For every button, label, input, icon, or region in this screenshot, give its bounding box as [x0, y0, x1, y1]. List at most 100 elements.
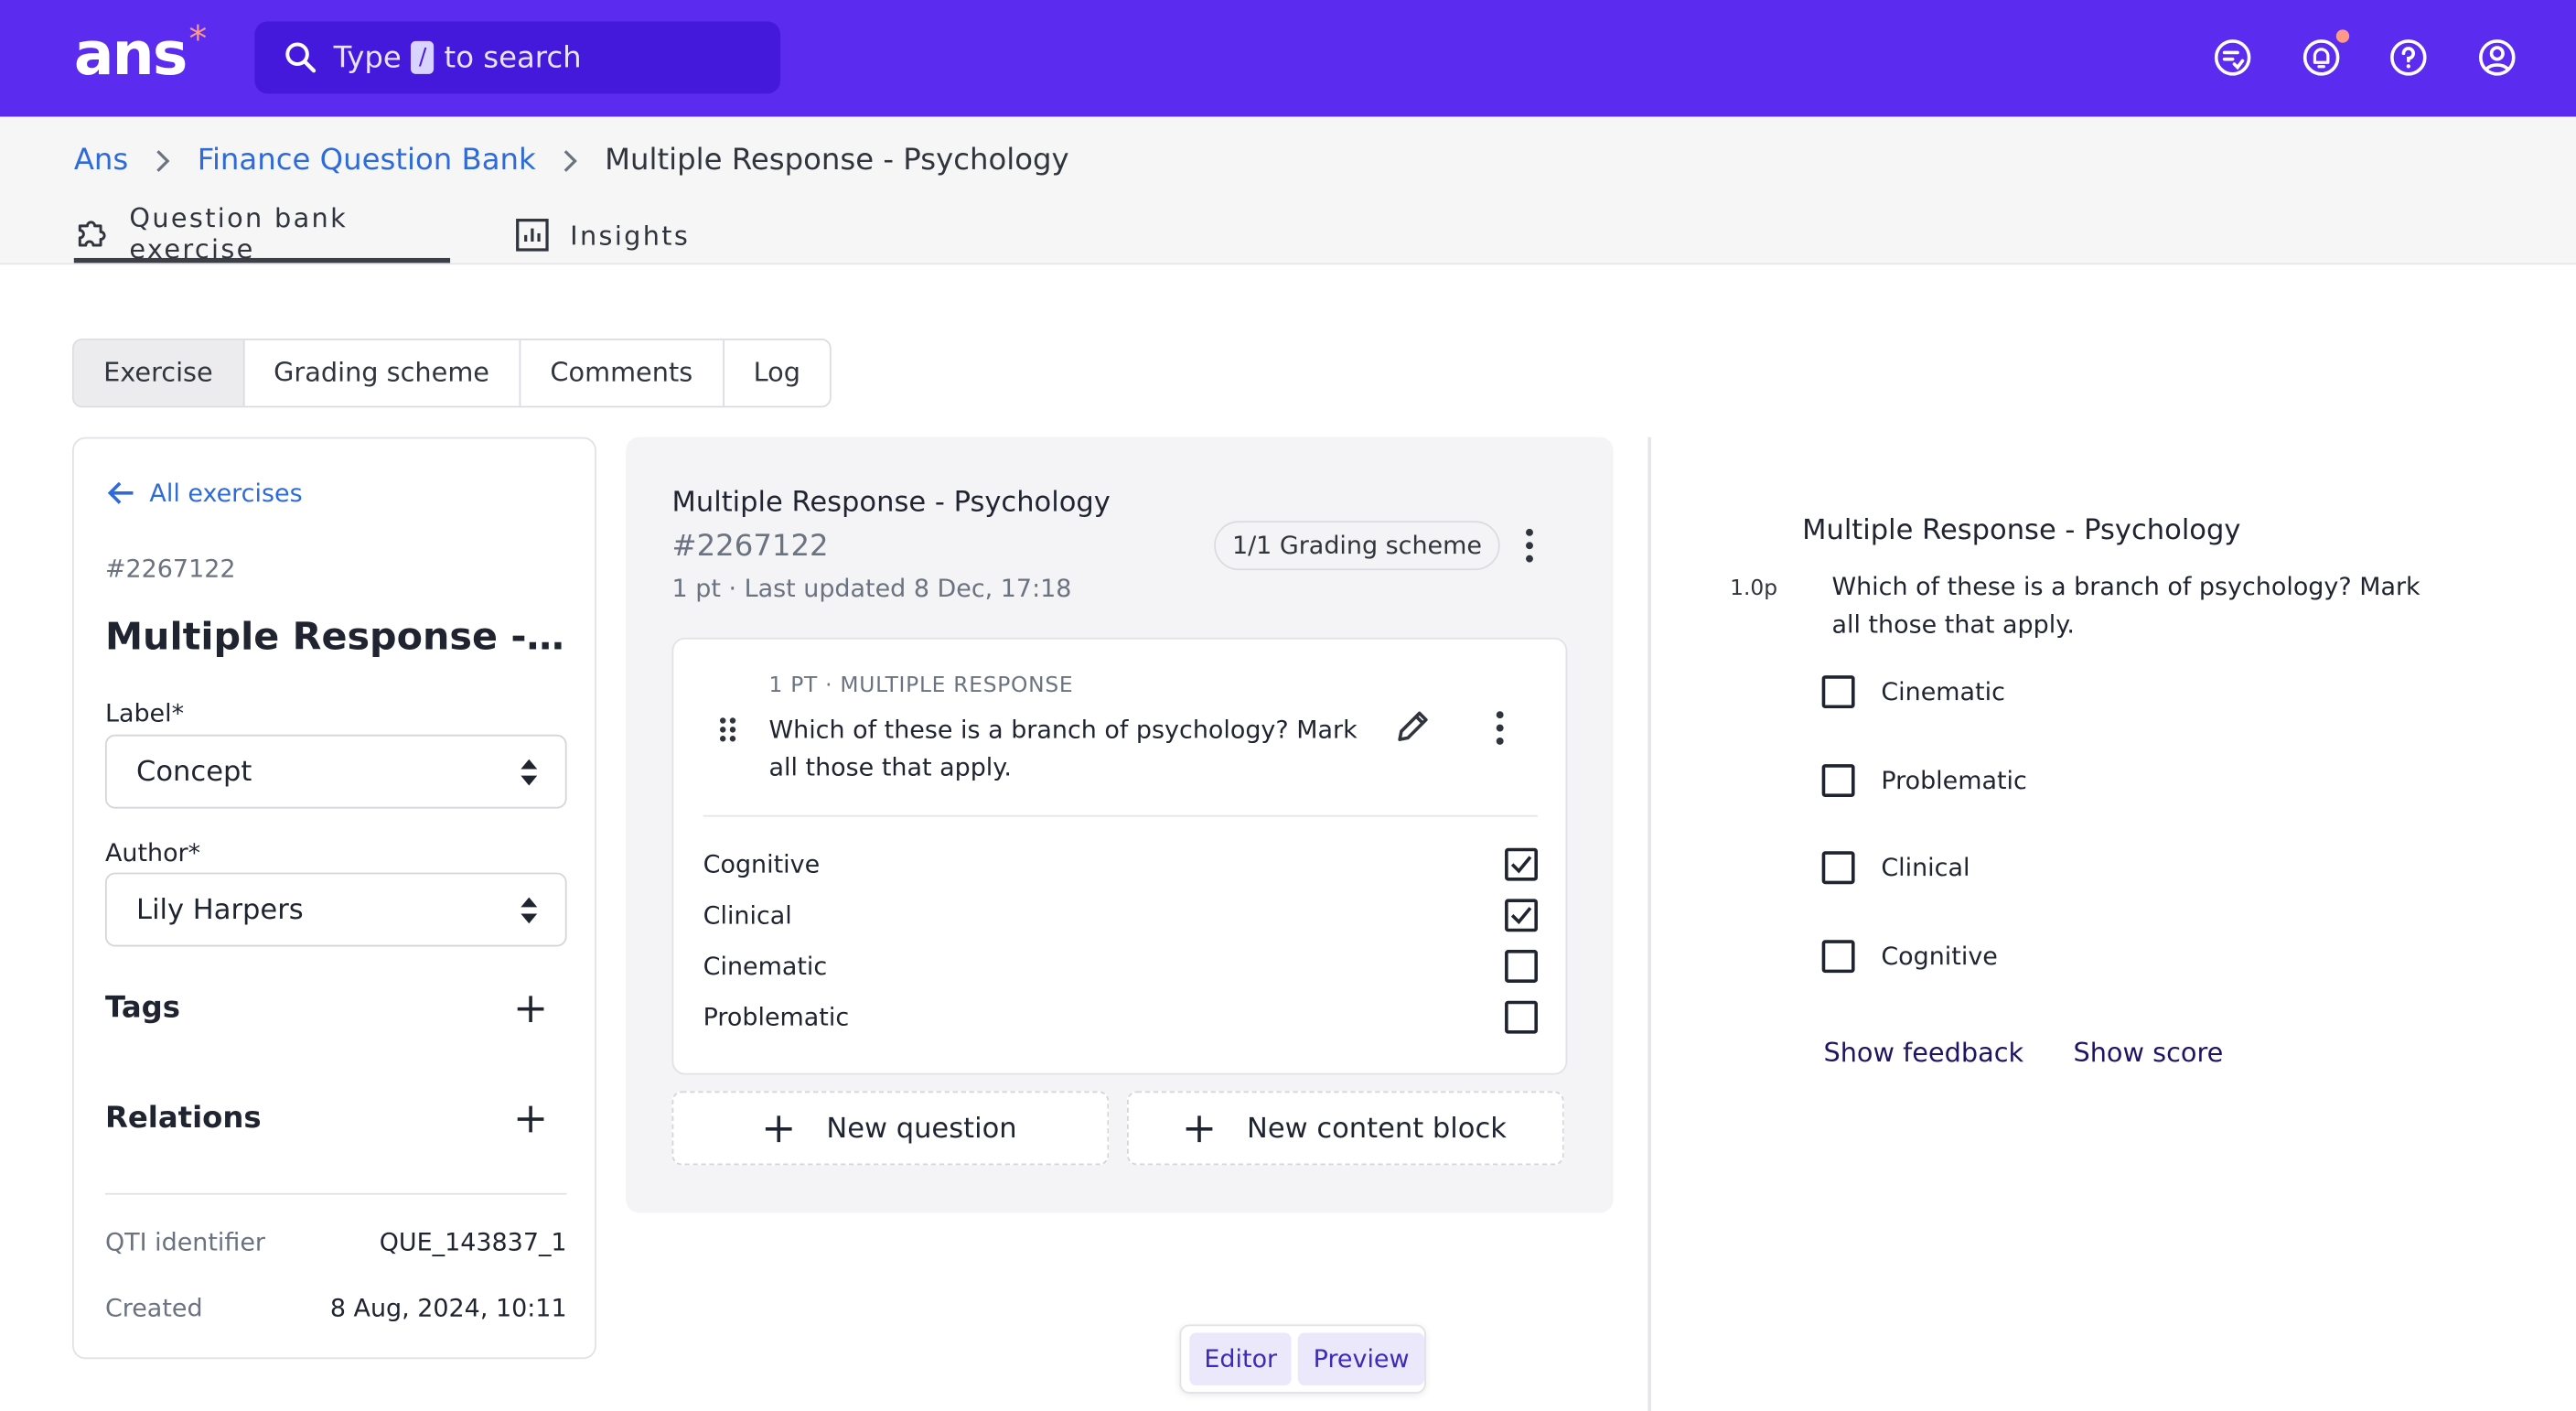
- grading-scheme-pill[interactable]: 1/1 Grading scheme: [1214, 521, 1500, 571]
- author-select-value: Lily Harpers: [136, 893, 304, 926]
- preview-option[interactable]: Problematic: [1821, 764, 2027, 798]
- label-select[interactable]: Concept: [104, 734, 567, 809]
- preview-points: 1.0p: [1730, 576, 1778, 602]
- kebab-icon[interactable]: [1493, 710, 1506, 747]
- search-prefix: Type: [333, 39, 402, 75]
- qti-identifier-value: QUE_143837_1: [379, 1227, 567, 1257]
- new-question-button[interactable]: New question: [671, 1091, 1110, 1166]
- created-row: Created 8 Aug, 2024, 10:11: [105, 1293, 567, 1322]
- logo[interactable]: ans: [74, 22, 188, 89]
- exercise-editor: Multiple Response - Psychology #2267122 …: [626, 436, 1614, 1213]
- preview-toggle-button[interactable]: Preview: [1298, 1332, 1424, 1385]
- preview-option[interactable]: Cinematic: [1821, 675, 2005, 709]
- preview-title: Multiple Response - Psychology: [1802, 514, 2241, 548]
- breadcrumb: Ans Finance Question Bank Multiple Respo…: [74, 143, 1069, 178]
- answer-option[interactable]: Problematic: [703, 1000, 1538, 1034]
- checkbox-icon[interactable]: [1821, 851, 1855, 885]
- kebab-icon[interactable]: [1523, 527, 1536, 564]
- tab-insights[interactable]: Insights: [514, 207, 690, 263]
- created-value: 8 Aug, 2024, 10:11: [329, 1293, 567, 1323]
- all-exercises-label: All exercises: [149, 478, 303, 508]
- checkbox-icon[interactable]: [1505, 1000, 1538, 1034]
- tab-log[interactable]: Log: [724, 340, 830, 406]
- tab-label: Question bank exercise: [129, 200, 349, 264]
- drag-handle-icon[interactable]: [718, 716, 738, 743]
- editor-toggle-button[interactable]: Editor: [1189, 1332, 1293, 1385]
- label-field-label: Label*: [104, 698, 185, 728]
- answer-option[interactable]: Clinical: [703, 899, 1538, 932]
- tab-comments[interactable]: Comments: [521, 339, 724, 406]
- answer-option-label: Problematic: [703, 1002, 850, 1032]
- checkbox-icon[interactable]: [1505, 950, 1538, 983]
- view-toggle: Editor Preview: [1179, 1324, 1426, 1394]
- new-content-block-button[interactable]: New content block: [1126, 1091, 1564, 1166]
- bell-icon[interactable]: [2300, 37, 2343, 80]
- sort-icon: [521, 758, 538, 785]
- checkbox-icon[interactable]: [1821, 764, 1855, 798]
- label-select-value: Concept: [136, 755, 252, 789]
- puzzle-icon: [78, 220, 106, 246]
- new-question-label: New question: [826, 1111, 1017, 1145]
- pencil-icon[interactable]: [1395, 708, 1432, 745]
- author-select[interactable]: Lily Harpers: [104, 872, 567, 947]
- logo-star: *: [188, 19, 208, 61]
- question-card: 1 PT · MULTIPLE RESPONSE Which of these …: [671, 637, 1568, 1075]
- editor-meta: 1 pt · Last updated 8 Dec, 17:18: [671, 573, 1072, 604]
- exercise-id: #2267122: [104, 554, 236, 584]
- top-bar: ans * Type / to search: [0, 0, 2576, 117]
- checkbox-icon[interactable]: [1505, 847, 1538, 881]
- chevron-right-icon: [155, 149, 171, 172]
- arrow-left-icon: [107, 481, 134, 504]
- breadcrumb-item-current: Multiple Response - Psychology: [605, 143, 1069, 178]
- preview-option-label: Cinematic: [1881, 676, 2005, 707]
- notification-dot: [2335, 29, 2350, 43]
- help-icon[interactable]: [2387, 37, 2430, 80]
- answer-option[interactable]: Cinematic: [703, 950, 1538, 983]
- breadcrumb-item-question-bank[interactable]: Finance Question Bank: [198, 143, 536, 178]
- section-tabs: Exercise Grading scheme Comments Log: [72, 338, 832, 408]
- chevron-right-icon: [562, 149, 578, 172]
- new-content-block-label: New content block: [1247, 1111, 1507, 1145]
- question-text: Which of these is a branch of psychology…: [768, 715, 1358, 782]
- editor-title: Multiple Response - Psychology: [671, 486, 1111, 520]
- preview-option[interactable]: Clinical: [1821, 851, 1970, 885]
- preview-question-text: Which of these is a branch of psychology…: [1831, 571, 2420, 640]
- page-tabs: Question bank exercise Insights: [73, 201, 690, 264]
- plus-icon: [765, 1115, 792, 1142]
- question-divider: [703, 814, 1538, 817]
- bar-chart-icon: [516, 219, 549, 252]
- tab-label: Insights: [570, 219, 691, 251]
- tab-question-bank-exercise[interactable]: Question bank exercise: [73, 201, 451, 264]
- breadcrumb-item-ans[interactable]: Ans: [74, 143, 128, 178]
- show-feedback-link[interactable]: Show feedback: [1823, 1037, 2023, 1068]
- exercise-title: Multiple Response - Psychology: [104, 616, 565, 660]
- relations-title: Relations: [104, 1101, 262, 1136]
- tags-title: Tags: [104, 990, 181, 1026]
- tab-exercise[interactable]: Exercise: [73, 339, 244, 406]
- answer-option-label: Clinical: [703, 900, 792, 931]
- relations-section: Relations: [105, 1101, 567, 1136]
- sort-icon: [521, 896, 538, 923]
- plus-icon: [1186, 1115, 1213, 1142]
- checkbox-icon[interactable]: [1505, 899, 1538, 932]
- plus-icon[interactable]: [514, 1102, 547, 1135]
- search-input[interactable]: Type / to search: [254, 21, 781, 94]
- checkbox-icon[interactable]: [1821, 675, 1855, 709]
- checkbox-icon[interactable]: [1821, 940, 1855, 974]
- author-field-label: Author*: [104, 837, 201, 868]
- preview-option-label: Cognitive: [1881, 942, 1998, 972]
- created-label: Created: [104, 1293, 203, 1323]
- show-score-link[interactable]: Show score: [2073, 1037, 2223, 1068]
- answer-option[interactable]: Cognitive: [703, 847, 1538, 881]
- preview-option[interactable]: Cognitive: [1821, 940, 1998, 974]
- answer-option-label: Cinematic: [703, 951, 828, 982]
- checklist-icon[interactable]: [2211, 37, 2254, 80]
- plus-icon[interactable]: [514, 992, 547, 1025]
- account-icon[interactable]: [2475, 37, 2518, 80]
- subheader: Ans Finance Question Bank Multiple Respo…: [0, 116, 2576, 265]
- divider: [104, 1192, 567, 1195]
- all-exercises-link[interactable]: All exercises: [107, 479, 303, 508]
- search-icon: [285, 42, 317, 73]
- tab-grading-scheme[interactable]: Grading scheme: [244, 339, 521, 406]
- preview-option-label: Problematic: [1881, 765, 2027, 796]
